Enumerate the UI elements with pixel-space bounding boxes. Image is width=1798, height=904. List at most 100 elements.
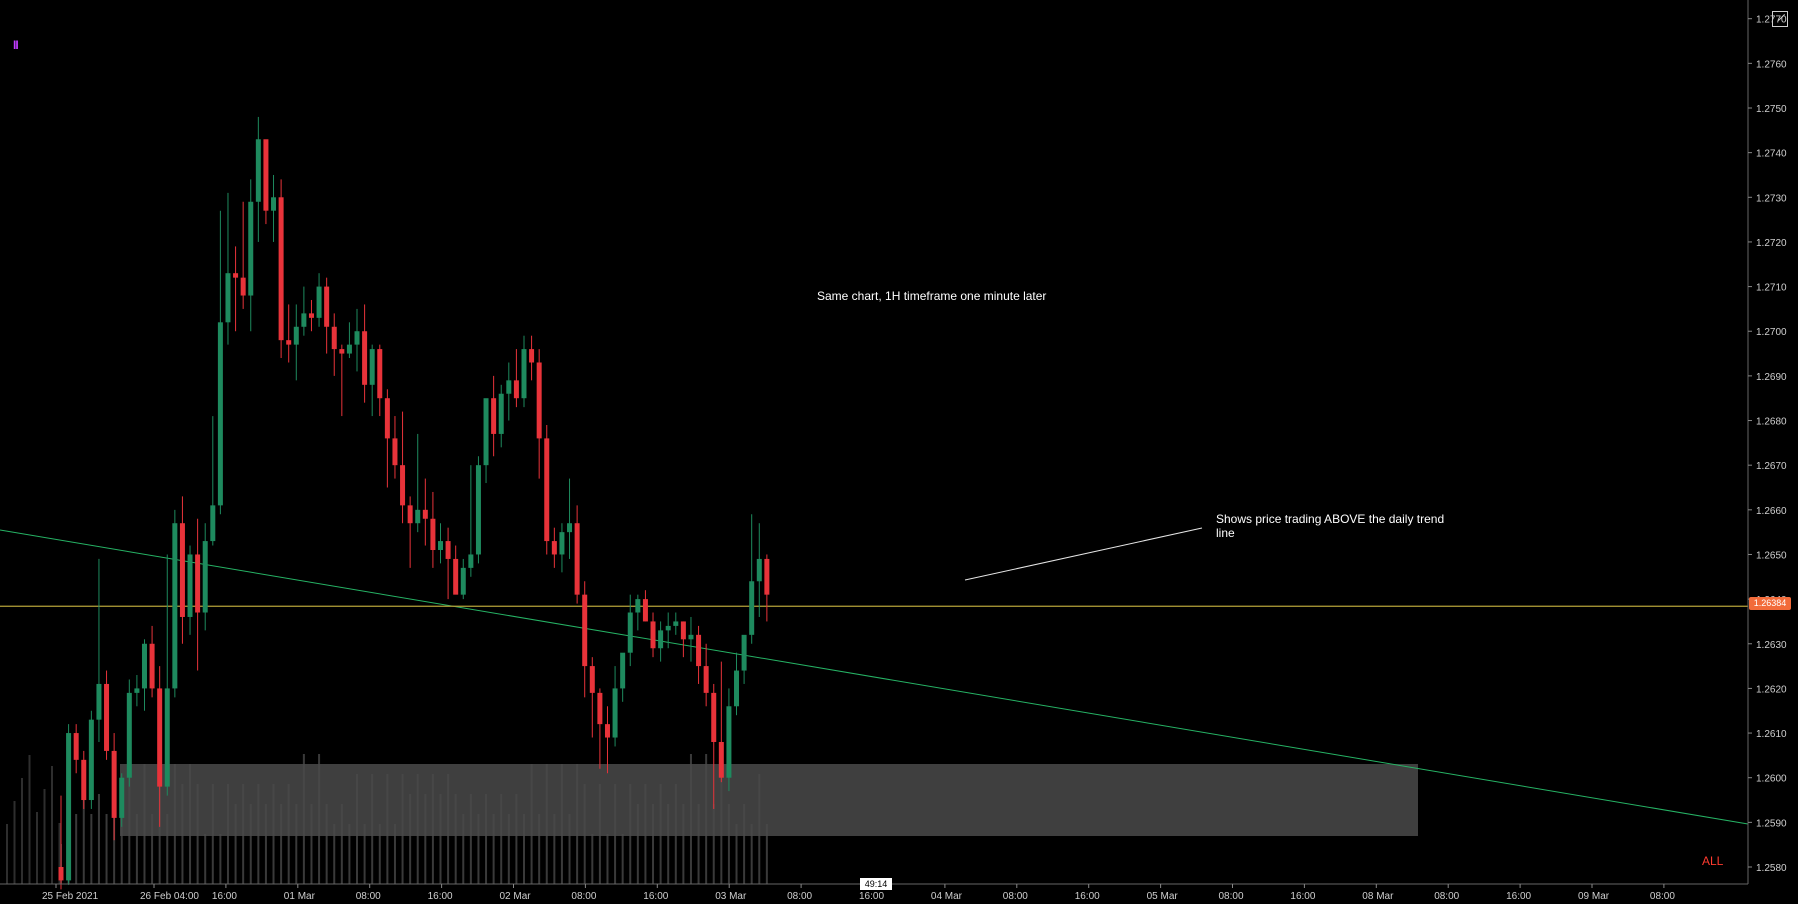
- candle: [293, 304, 299, 381]
- candle-body: [331, 326, 337, 350]
- candle-body: [164, 688, 170, 787]
- time-tick-label: 16:00: [1075, 891, 1100, 902]
- pause-icon[interactable]: II: [13, 38, 19, 52]
- candle: [96, 558, 102, 742]
- volume-bar: [606, 834, 609, 884]
- price-tick-label: 1.2740: [1756, 149, 1787, 160]
- candle-body: [612, 688, 618, 738]
- price-tick-label: 1.2680: [1756, 417, 1787, 428]
- chart-area[interactable]: 1.2770 1.2760 1.2750 1.2740 1.2730 1.2720 1.27…: [0, 0, 1798, 904]
- candle: [620, 652, 626, 702]
- candle: [680, 621, 686, 658]
- candle-body: [703, 666, 709, 693]
- candle-body: [96, 683, 102, 720]
- price-tick-label: 1.2720: [1756, 238, 1787, 249]
- volume-bar: [591, 834, 594, 884]
- time-tick-label: 26 Feb 04:00: [140, 891, 199, 902]
- time-tick-label: 03 Mar: [715, 891, 747, 902]
- time-tick-label: 08:00: [356, 891, 381, 902]
- candle: [324, 277, 330, 354]
- candle: [111, 733, 117, 841]
- candle: [536, 349, 542, 479]
- candle: [415, 433, 421, 533]
- expand-icon[interactable]: [1772, 11, 1788, 27]
- candle-body: [468, 554, 474, 568]
- candle-body: [104, 683, 110, 751]
- time-tick-label: 16:00: [859, 891, 884, 902]
- annotation-pointer-line[interactable]: [964, 527, 1203, 581]
- time-axis: 25 Feb 2021 26 Feb 04:00 16:00 01 Mar 08:00 1…: [42, 884, 1675, 902]
- candle: [696, 625, 702, 684]
- candlestick-chart[interactable]: 1.27701.27601.27501.27401.27301.27201.27…: [0, 0, 1798, 904]
- candle: [104, 670, 110, 760]
- volume-bar: [6, 824, 8, 884]
- candle: [210, 416, 216, 546]
- candle-body: [195, 554, 201, 613]
- volume-bar: [28, 755, 31, 884]
- candle: [498, 384, 504, 448]
- candle-body: [513, 380, 519, 399]
- candle: [392, 416, 398, 479]
- candle: [88, 710, 94, 809]
- candle-body: [604, 724, 610, 738]
- candle: [513, 349, 519, 408]
- candle-body: [544, 438, 550, 542]
- trend-annotation[interactable]: Shows price trading ABOVE the daily tren…: [1216, 512, 1466, 540]
- candle-body: [301, 313, 307, 327]
- candle: [438, 523, 443, 564]
- candle: [529, 335, 535, 381]
- candle: [749, 514, 755, 644]
- volume-bar: [75, 814, 78, 884]
- candle-body: [491, 398, 497, 434]
- candle-body: [438, 541, 443, 551]
- candle-body: [217, 322, 223, 506]
- candle-body: [73, 733, 79, 760]
- candle-body: [422, 509, 428, 519]
- candle-body: [255, 139, 261, 202]
- candle: [407, 496, 413, 568]
- price-tick-label: 1.2730: [1756, 193, 1787, 204]
- candle: [66, 724, 72, 885]
- timeframe-annotation[interactable]: Same chart, 1H timeframe one minute late…: [817, 289, 1046, 303]
- candle-body: [460, 567, 466, 595]
- candle-body: [764, 558, 770, 595]
- volume-bar: [105, 814, 108, 884]
- candle-body: [210, 505, 216, 542]
- volume-bar: [13, 801, 16, 884]
- candle: [764, 554, 770, 622]
- all-label[interactable]: ALL: [1702, 854, 1723, 868]
- candle-body: [718, 741, 724, 778]
- candle: [741, 634, 747, 684]
- volume-bar: [21, 778, 23, 884]
- candle: [460, 558, 466, 600]
- candle: [233, 246, 239, 332]
- candle-body: [392, 438, 398, 466]
- candle-body: [536, 362, 542, 439]
- candle: [559, 523, 565, 573]
- candle-body: [483, 398, 489, 466]
- candle-body: [179, 523, 185, 617]
- candle: [81, 750, 87, 809]
- candle: [734, 652, 740, 716]
- time-tick-label: 16:00: [1290, 891, 1315, 902]
- candle: [718, 661, 724, 783]
- candle-countdown: 49:14: [860, 878, 892, 890]
- candle: [726, 688, 732, 792]
- candle-body: [172, 523, 178, 689]
- candle-body: [529, 349, 535, 363]
- candle: [73, 724, 79, 774]
- time-tick-label: 08:00: [787, 891, 812, 902]
- time-tick-label: 08:00: [1003, 891, 1028, 902]
- candle-body: [81, 759, 87, 801]
- candle-body: [415, 509, 421, 524]
- candle: [255, 116, 261, 242]
- candle: [172, 509, 178, 698]
- candle: [164, 554, 170, 796]
- candle: [574, 505, 580, 604]
- price-tick-label: 1.2610: [1756, 729, 1787, 740]
- support-zone[interactable]: [120, 764, 1418, 836]
- candle-body: [384, 398, 390, 439]
- price-axis: 1.27701.27601.27501.27401.27301.27201.27…: [0, 0, 1787, 885]
- candle: [544, 424, 550, 555]
- candle-body: [263, 139, 269, 211]
